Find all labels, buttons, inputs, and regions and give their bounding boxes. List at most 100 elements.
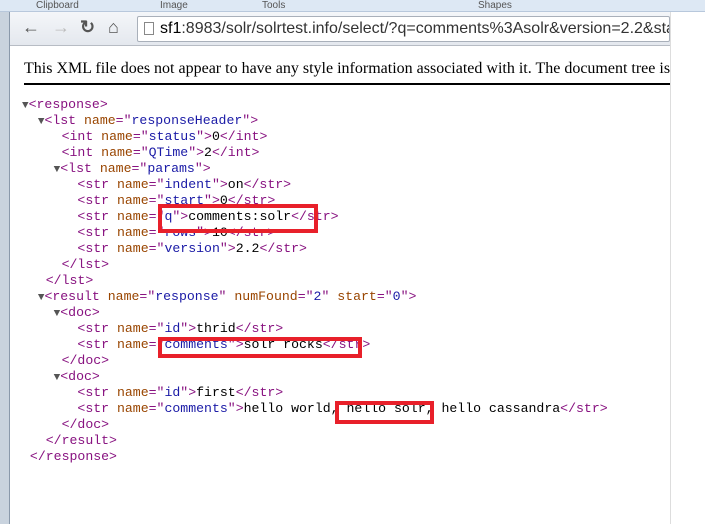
xml-tag: <str (77, 385, 117, 400)
xml-tag: =" (132, 129, 149, 144)
xml-tag: </str> (235, 385, 284, 400)
xml-tag: "> (188, 145, 205, 160)
xml-tag: "> (196, 129, 212, 144)
xml-tag: "> (400, 289, 417, 304)
xml-tag: "> (180, 321, 197, 336)
xml-tag: "> (219, 241, 236, 256)
xml-tag: <int (61, 145, 102, 160)
xml-tag: =" (376, 289, 393, 304)
ribbon-group-clipboard: Clipboard (36, 0, 79, 11)
xml-attr-value: id (164, 385, 181, 400)
back-icon[interactable]: ← (22, 17, 40, 38)
xml-attr-name: start (337, 289, 377, 304)
url-path: :8983/solr/solrtest.info/select/?q=comme… (181, 20, 670, 37)
paint-ribbon: Clipboard Image Tools Shapes (0, 0, 705, 12)
xml-tag: <str (77, 337, 117, 352)
xml-line: <str name="id">first</str> (22, 385, 608, 401)
xml-line: </doc> (22, 417, 608, 433)
window-frame-right (670, 12, 705, 524)
xml-tag: =" (132, 145, 149, 160)
xml-notice: This XML file does not appear to have an… (24, 60, 670, 77)
xml-line: <int name="QTime">2</int> (22, 145, 608, 161)
xml-tag: "> (194, 161, 211, 176)
xml-tag: <str (77, 401, 117, 416)
xml-tag: =" (115, 113, 132, 128)
xml-tag: " (218, 289, 235, 304)
xml-tag: <lst (44, 113, 85, 128)
xml-attr-value: indent (164, 177, 212, 192)
xml-tag: =" (148, 241, 165, 256)
xml-line: <str name="id">thrid</str> (22, 321, 608, 337)
xml-tag: </result> (45, 433, 117, 448)
xml-tag: </doc> (61, 417, 110, 432)
xml-tag: <str (77, 209, 117, 224)
address-bar[interactable]: sf1:8983/solr/solrtest.info/select/?q=co… (137, 16, 670, 42)
xml-tag: </lst> (61, 257, 110, 272)
xml-tag: </response> (29, 449, 117, 464)
xml-tag: <str (77, 225, 117, 240)
xml-text: 2 (204, 145, 212, 160)
xml-tag: </str> (560, 401, 608, 416)
xml-attr-value: responseHeader (131, 113, 243, 128)
xml-tag: <doc> (60, 369, 100, 384)
page-content: This XML file does not appear to have an… (10, 46, 670, 524)
xml-line: </response> (22, 449, 608, 465)
xml-attr-value: status (148, 129, 197, 144)
forward-icon[interactable]: → (52, 17, 70, 38)
xml-line: ▼<lst name="responseHeader"> (22, 113, 608, 129)
xml-tag: </lst> (45, 273, 94, 288)
xml-attr-name: name (116, 321, 149, 336)
home-icon[interactable]: ⌂ (108, 17, 119, 38)
xml-tag: <str (77, 321, 117, 336)
xml-line: </result> (22, 433, 608, 449)
xml-tag: =" (139, 289, 156, 304)
xml-attr-name: numFound (234, 289, 298, 304)
xml-tag: "> (242, 113, 259, 128)
xml-text: first (196, 385, 236, 400)
collapse-triangle-icon[interactable]: ▼ (22, 100, 29, 112)
xml-attr-name: name (116, 225, 149, 240)
xml-attr-value: version (164, 241, 220, 256)
xml-attr-value: response (155, 289, 219, 304)
xml-text: on (227, 177, 244, 192)
reload-icon[interactable]: ↻ (80, 17, 95, 38)
xml-tag: <response> (28, 97, 108, 112)
xml-tag: =" (297, 289, 314, 304)
highlight-box-query (158, 204, 318, 233)
xml-tag: </str> (235, 321, 284, 336)
xml-tag: </str> (243, 177, 292, 192)
xml-tag: " (321, 289, 338, 304)
highlight-box-hello-solr (335, 401, 434, 424)
xml-tag: </str> (259, 241, 307, 256)
xml-attr-value: comments (164, 401, 228, 416)
xml-attr-name: name (107, 289, 140, 304)
xml-attr-value: 0 (392, 289, 401, 304)
xml-line: ▼<response> (22, 97, 608, 113)
xml-tag: <str (77, 177, 117, 192)
xml-tag: =" (148, 385, 165, 400)
xml-attr-name: name (116, 177, 149, 192)
xml-tag: =" (148, 321, 165, 336)
xml-line: ▼<result name="response" numFound="2" st… (22, 289, 608, 305)
xml-attr-value: QTime (148, 145, 189, 160)
ribbon-group-shapes: Shapes (478, 0, 512, 11)
xml-attr-name: name (99, 161, 132, 176)
xml-line: <str name="indent">on</str> (22, 177, 608, 193)
xml-attr-name: name (116, 209, 149, 224)
xml-attr-name: name (116, 241, 149, 256)
